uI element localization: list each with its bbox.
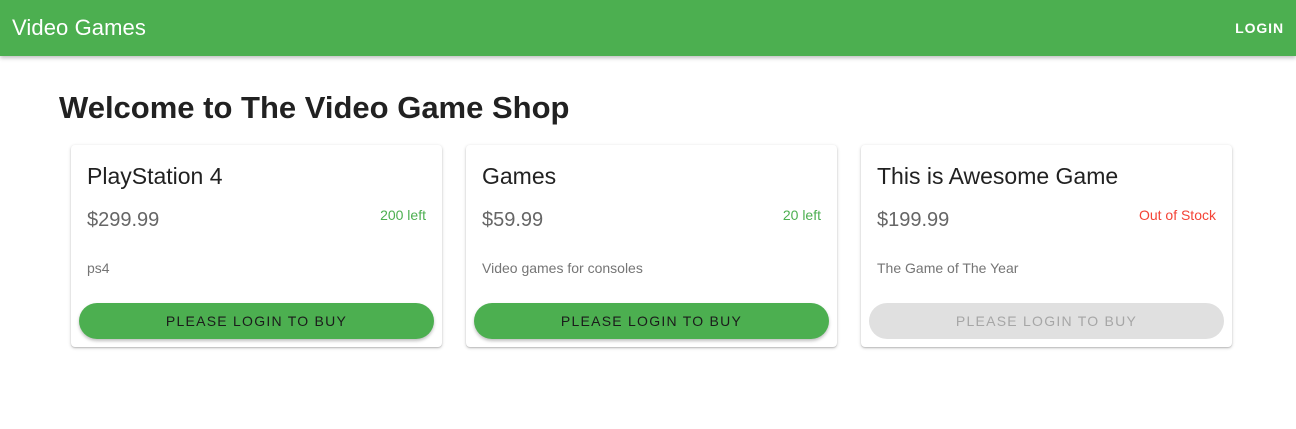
product-description: Video games for consoles: [482, 260, 643, 276]
product-card: Games $59.99 20 left Video games for con…: [466, 145, 837, 347]
app-bar: Video Games LOGIN: [0, 0, 1296, 56]
product-list: PlayStation 4 $299.99 200 left ps4 PLEAS…: [71, 145, 1232, 347]
stock-status: 20 left: [782, 207, 821, 223]
buy-button[interactable]: PLEASE LOGIN TO BUY: [79, 303, 434, 339]
stock-status: Out of Stock: [1138, 207, 1216, 223]
app-title: Video Games: [12, 15, 146, 40]
product-price: $299.99: [87, 209, 160, 231]
product-description: ps4: [87, 260, 110, 276]
page-title: Welcome to The Video Game Shop: [59, 90, 570, 125]
product-name: Games: [482, 163, 557, 189]
login-button[interactable]: LOGIN: [1235, 14, 1284, 42]
product-description: The Game of The Year: [877, 260, 1019, 276]
product-name: This is Awesome Game: [877, 163, 1119, 189]
buy-button[interactable]: PLEASE LOGIN TO BUY: [869, 303, 1224, 339]
buy-button[interactable]: PLEASE LOGIN TO BUY: [474, 303, 829, 339]
product-price: $59.99: [482, 209, 544, 231]
product-card: This is Awesome Game $199.99 Out of Stoc…: [861, 145, 1232, 347]
stock-status: 200 left: [380, 207, 426, 223]
product-price: $199.99: [877, 209, 950, 231]
product-card: PlayStation 4 $299.99 200 left ps4 PLEAS…: [71, 145, 442, 347]
product-name: PlayStation 4: [87, 163, 223, 189]
